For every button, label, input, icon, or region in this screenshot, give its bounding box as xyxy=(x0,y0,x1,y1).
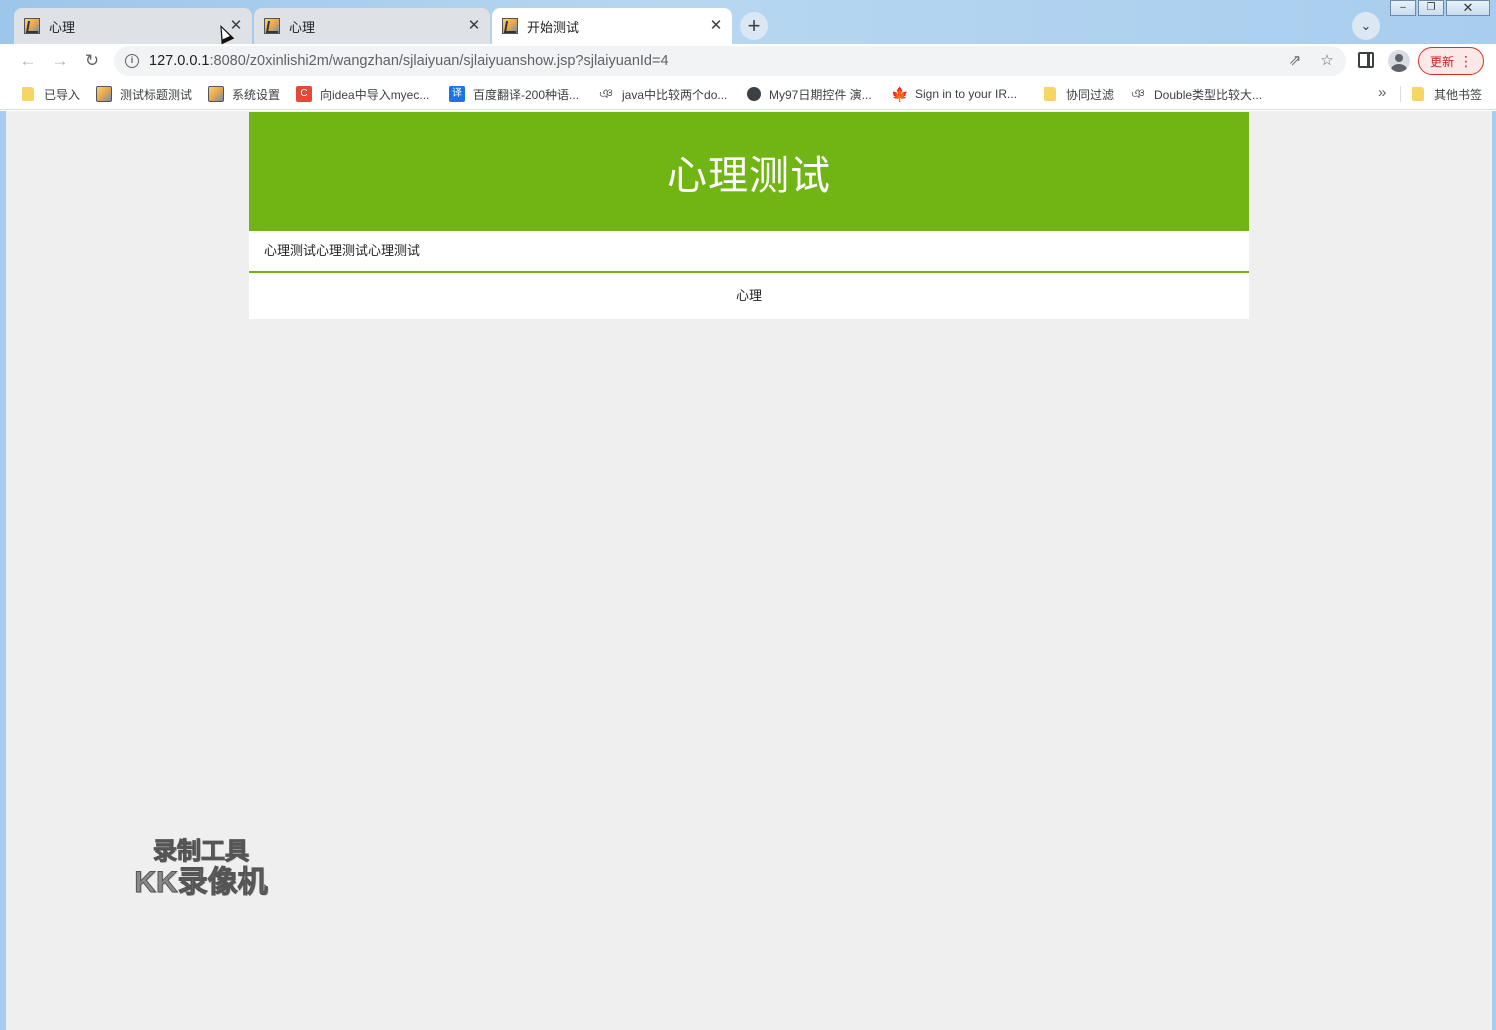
bookmark-item[interactable]: 测试标题测试 xyxy=(96,85,192,103)
bookmark-item[interactable]: 系统设置 xyxy=(208,85,280,103)
hook-icon: ঞ xyxy=(599,86,613,101)
bookmark-item[interactable]: ঞ java中比较两个do... xyxy=(598,85,727,103)
profile-avatar-icon[interactable] xyxy=(1388,50,1410,72)
maple-leaf-icon: 🍁 xyxy=(891,86,909,102)
bookmarks-bar: 已导入 测试标题测试 系统设置 C 向idea中导入myec... 译 百度翻译… xyxy=(0,78,1496,110)
hook-icon: ঞ xyxy=(1131,86,1145,101)
menu-dots-icon[interactable]: ⋮ xyxy=(1459,53,1473,69)
bookmark-label: 百度翻译-200种语... xyxy=(473,87,580,102)
page-favicon-icon xyxy=(502,18,518,34)
subtitle-text: 心理测试心理测试心理测试 xyxy=(264,243,421,258)
bookmark-label: 协同过滤 xyxy=(1066,87,1115,102)
bookmark-item[interactable]: C 向idea中导入myec... xyxy=(296,85,429,103)
page-image-icon xyxy=(208,86,224,102)
page-container: 心理测试 心理测试心理测试心理测试 心理 xyxy=(249,112,1249,319)
bookmarks-divider xyxy=(1400,86,1401,102)
url-host: 127.0.0.1 xyxy=(149,53,210,69)
forward-arrow-icon[interactable]: → xyxy=(48,49,72,73)
bookmark-item[interactable]: 已导入 xyxy=(20,85,80,103)
subtitle-bar: 心理测试心理测试心理测试 xyxy=(249,231,1249,273)
other-bookmarks[interactable]: 其他书签 xyxy=(1410,85,1482,103)
tab-3-active[interactable]: 开始测试 ✕ xyxy=(492,8,732,44)
site-header: 心理测试 xyxy=(249,112,1249,231)
bookmark-item[interactable]: My97日期控件 演... xyxy=(747,85,872,103)
url-text[interactable]: 127.0.0.1:8080/z0xinlishi2m/wangzhan/sjl… xyxy=(149,53,669,69)
bookmark-label: 已导入 xyxy=(44,87,81,102)
tab-title: 心理 xyxy=(49,19,76,35)
bookmark-label: My97日期控件 演... xyxy=(769,87,872,102)
watermark-line-2: KK录像机 xyxy=(134,866,268,900)
page-favicon-icon xyxy=(264,18,280,34)
page-viewport: 心理测试 心理测试心理测试心理测试 心理 录制工具 KK录像机 xyxy=(0,111,1496,1030)
tab-search-chevron-icon[interactable]: ⌄ xyxy=(1352,12,1380,40)
url-path: :8080/z0xinlishi2m/wangzhan/sjlaiyuan/sj… xyxy=(209,53,669,69)
content-text: 心理 xyxy=(735,288,762,303)
reload-icon[interactable]: ↻ xyxy=(80,49,104,73)
minimize-button[interactable]: – xyxy=(1390,0,1416,16)
address-bar[interactable]: i 127.0.0.1:8080/z0xinlishi2m/wangzhan/s… xyxy=(114,46,1346,76)
content-box: 心理 xyxy=(249,273,1249,319)
close-tab-icon[interactable]: ✕ xyxy=(708,18,724,34)
bookmark-label: Double类型比较大... xyxy=(1154,87,1263,102)
close-window-button[interactable]: ✕ xyxy=(1446,0,1490,16)
watermark-line-1: 录制工具 xyxy=(153,838,250,866)
bookmark-item[interactable]: ঞ Double类型比较大... xyxy=(1130,85,1262,103)
folder-icon xyxy=(1044,87,1056,101)
bookmark-label: 系统设置 xyxy=(232,87,281,102)
bookmark-label: 向idea中导入myec... xyxy=(320,87,430,102)
bookmark-label: java中比较两个do... xyxy=(622,87,728,102)
new-tab-button[interactable]: + xyxy=(740,12,768,40)
bookmark-item[interactable]: 协同过滤 xyxy=(1042,85,1114,103)
browser-toolbar: ← → ↻ i 127.0.0.1:8080/z0xinlishi2m/wang… xyxy=(0,44,1496,78)
globe-icon xyxy=(747,87,761,101)
update-label: 更新 xyxy=(1430,54,1455,69)
recorder-watermark: 录制工具 KK录像机 xyxy=(126,838,276,900)
page-image-icon xyxy=(96,86,112,102)
translate-icon: 译 xyxy=(449,86,465,102)
bookmark-item[interactable]: 🍁 Sign in to your IR... xyxy=(891,85,1017,103)
c-logo-icon: C xyxy=(296,86,312,102)
bookmark-label: Sign in to your IR... xyxy=(915,87,1018,101)
page-title: 心理测试 xyxy=(667,153,831,198)
bookmark-item[interactable]: 译 百度翻译-200种语... xyxy=(449,85,579,103)
folder-icon xyxy=(22,87,34,101)
back-arrow-icon[interactable]: ← xyxy=(16,49,40,73)
page-favicon-icon xyxy=(24,18,40,34)
bookmark-star-icon[interactable]: ☆ xyxy=(1316,50,1338,72)
site-info-icon[interactable]: i xyxy=(125,54,139,68)
tab-title: 心理 xyxy=(289,19,316,35)
close-tab-icon[interactable]: ✕ xyxy=(466,18,482,34)
other-bookmarks-label: 其他书签 xyxy=(1434,87,1483,102)
tab-title: 开始测试 xyxy=(527,19,580,35)
share-icon[interactable]: ⇗ xyxy=(1284,50,1306,72)
side-panel-icon[interactable] xyxy=(1358,52,1374,68)
update-button[interactable]: 更新 ⋮ xyxy=(1418,47,1484,75)
bookmarks-overflow-icon[interactable]: » xyxy=(1378,84,1386,101)
restore-button[interactable]: ❐ xyxy=(1418,0,1444,16)
tab-2[interactable]: 心理 ✕ xyxy=(254,8,490,44)
folder-icon xyxy=(1412,87,1424,101)
bookmark-label: 测试标题测试 xyxy=(120,87,193,102)
